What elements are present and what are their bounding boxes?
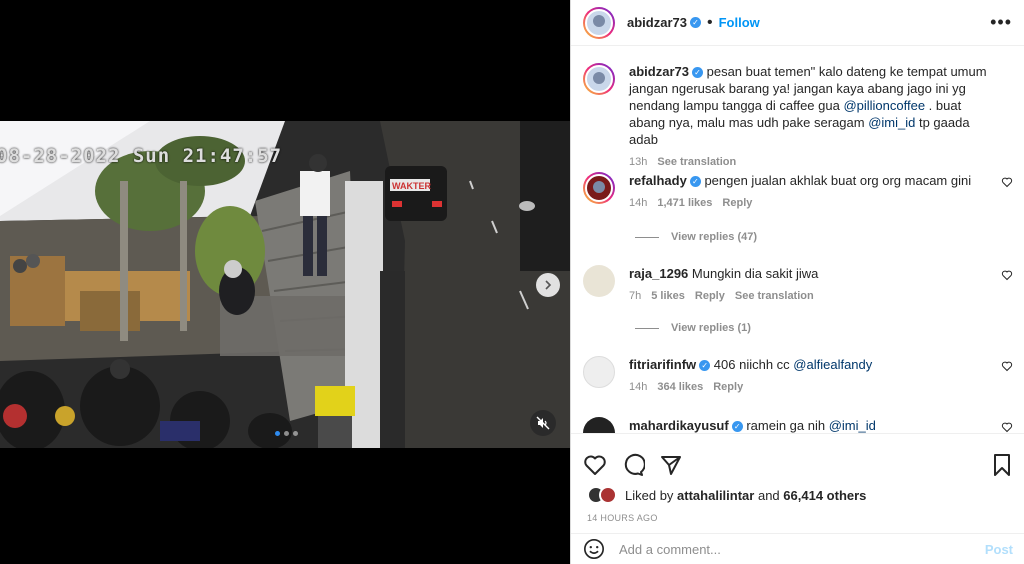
see-translation-link[interactable]: See translation [657,154,736,171]
like-heart-icon[interactable] [583,453,607,477]
comment-bubble-icon[interactable] [621,453,645,477]
view-replies-label: View replies (1) [671,322,751,334]
post-comment-button[interactable]: Post [985,542,1013,557]
caption-mention-imi[interactable]: @imi_id [868,115,915,130]
commenter-avatar[interactable] [583,172,615,204]
reply-button[interactable]: Reply [695,288,725,305]
share-paper-plane-icon[interactable] [659,453,683,477]
commenter-username[interactable]: fitriarifinfw [629,357,696,372]
cctv-timestamp: 08-28-2022 Sun 21:47:57 [0,145,283,167]
ellipsis-icon[interactable]: ••• [990,12,1012,33]
comment-text: pengen jualan akhlak buat org org macam … [704,173,972,188]
comment-text: 406 niichh cc [713,357,794,372]
carousel-dots [275,431,298,436]
see-translation-link[interactable]: See translation [735,288,814,305]
cctv-video[interactable]: WAKTER 08-28-2022 Sun 21:47:57 [0,121,570,448]
commenter-avatar[interactable] [583,265,615,297]
post-media: WAKTER 08-28-2022 Sun 21:47:57 [0,0,570,564]
likes-others-link[interactable]: 66,414 others [783,488,866,503]
post-side-panel: abidzar73 ✓ • Follow ••• abidzar73 ✓ pesa… [570,0,1024,564]
caption-avatar[interactable] [583,63,615,95]
add-comment-bar: Add a comment... Post [571,533,1024,564]
comment-text: Mungkin dia sakit jiwa [691,266,819,281]
chevron-right-icon [545,280,552,290]
comment-item: mahardikayusuf ✓ ramein ga nih @imi_id [583,417,1013,433]
comment-text: ramein ga nih [746,418,829,433]
heart-icon[interactable] [1001,421,1013,433]
author-avatar[interactable] [583,6,615,39]
commenter-avatar[interactable] [583,417,615,433]
comment-likes[interactable]: 364 likes [657,379,703,396]
carousel-dot-active [275,431,280,436]
comment-mention[interactable]: @imi_id [829,418,876,433]
caption-username[interactable]: abidzar73 [629,64,689,79]
next-media-button[interactable] [536,273,560,297]
verified-badge-icon: ✓ [689,176,701,188]
emoji-smiley-icon[interactable] [583,538,605,560]
post-time: 14 HOURS AGO [587,513,658,523]
caption-time: 13h [629,156,648,168]
bookmark-icon[interactable] [991,453,1013,477]
view-replies-button[interactable]: View replies (47) [635,231,757,243]
heart-icon[interactable] [1001,176,1013,188]
verified-badge-icon: ✓ [691,67,703,79]
comment-time: 14h [629,197,648,209]
comment-time: 7h [629,290,642,302]
likes-summary: Liked by attahalilintar and 66,414 other… [587,486,866,504]
liker-username[interactable]: attahalilintar [677,488,754,503]
view-replies-button[interactable]: View replies (1) [635,322,751,334]
carousel-dot [293,431,298,436]
verified-badge-icon: ✓ [689,17,701,28]
speaker-muted-icon [536,416,550,430]
commenter-username[interactable]: mahardikayusuf [629,418,729,433]
comment-item: fitriarifinfw ✓ 406 niichh cc @alfiealfan… [583,356,1013,396]
comment-likes[interactable]: 5 likes [651,288,685,305]
verified-badge-icon: ✓ [731,421,743,433]
reply-button[interactable]: Reply [722,195,752,212]
heart-icon[interactable] [1001,360,1013,372]
caption-mention-pillioncoffee[interactable]: @pillioncoffee [843,98,925,113]
heart-icon[interactable] [1001,269,1013,281]
post-header: abidzar73 ✓ • Follow ••• [571,0,1024,46]
post-actions-bar [571,433,1024,483]
comment-item: refalhady ✓ pengen jualan akhlak buat org… [583,172,1013,212]
likes-prefix: Liked by [625,487,674,503]
carousel-dot [284,431,289,436]
view-replies-label: View replies (47) [671,231,758,243]
reply-button[interactable]: Reply [713,379,743,396]
comment-mention[interactable]: @alfiealfandy [793,357,872,372]
likes-middle: and [757,487,780,503]
comments-list[interactable]: abidzar73 ✓ pesan buat temen" kalo dateng… [571,47,1024,433]
follow-button[interactable]: Follow [719,15,760,30]
post-caption: abidzar73 ✓ pesan buat temen" kalo dateng… [583,63,1013,171]
street-sign-text: WAKTER [392,181,431,191]
add-comment-input[interactable]: Add a comment... [619,542,985,557]
separator-dot: • [706,13,713,31]
author-username[interactable]: abidzar73 [627,15,687,30]
verified-badge-icon: ✓ [699,360,711,372]
mute-button[interactable] [530,410,556,436]
commenter-username[interactable]: refalhady [629,173,687,188]
comment-time: 14h [629,381,648,393]
commenter-avatar[interactable] [583,356,615,388]
comment-likes[interactable]: 1,471 likes [657,195,712,212]
liker-avatars [587,486,617,504]
comment-item: raja_1296 Mungkin dia sakit jiwa 7h 5 li… [583,265,1013,305]
commenter-username[interactable]: raja_1296 [629,266,688,281]
cctv-scene: WAKTER [0,121,570,448]
